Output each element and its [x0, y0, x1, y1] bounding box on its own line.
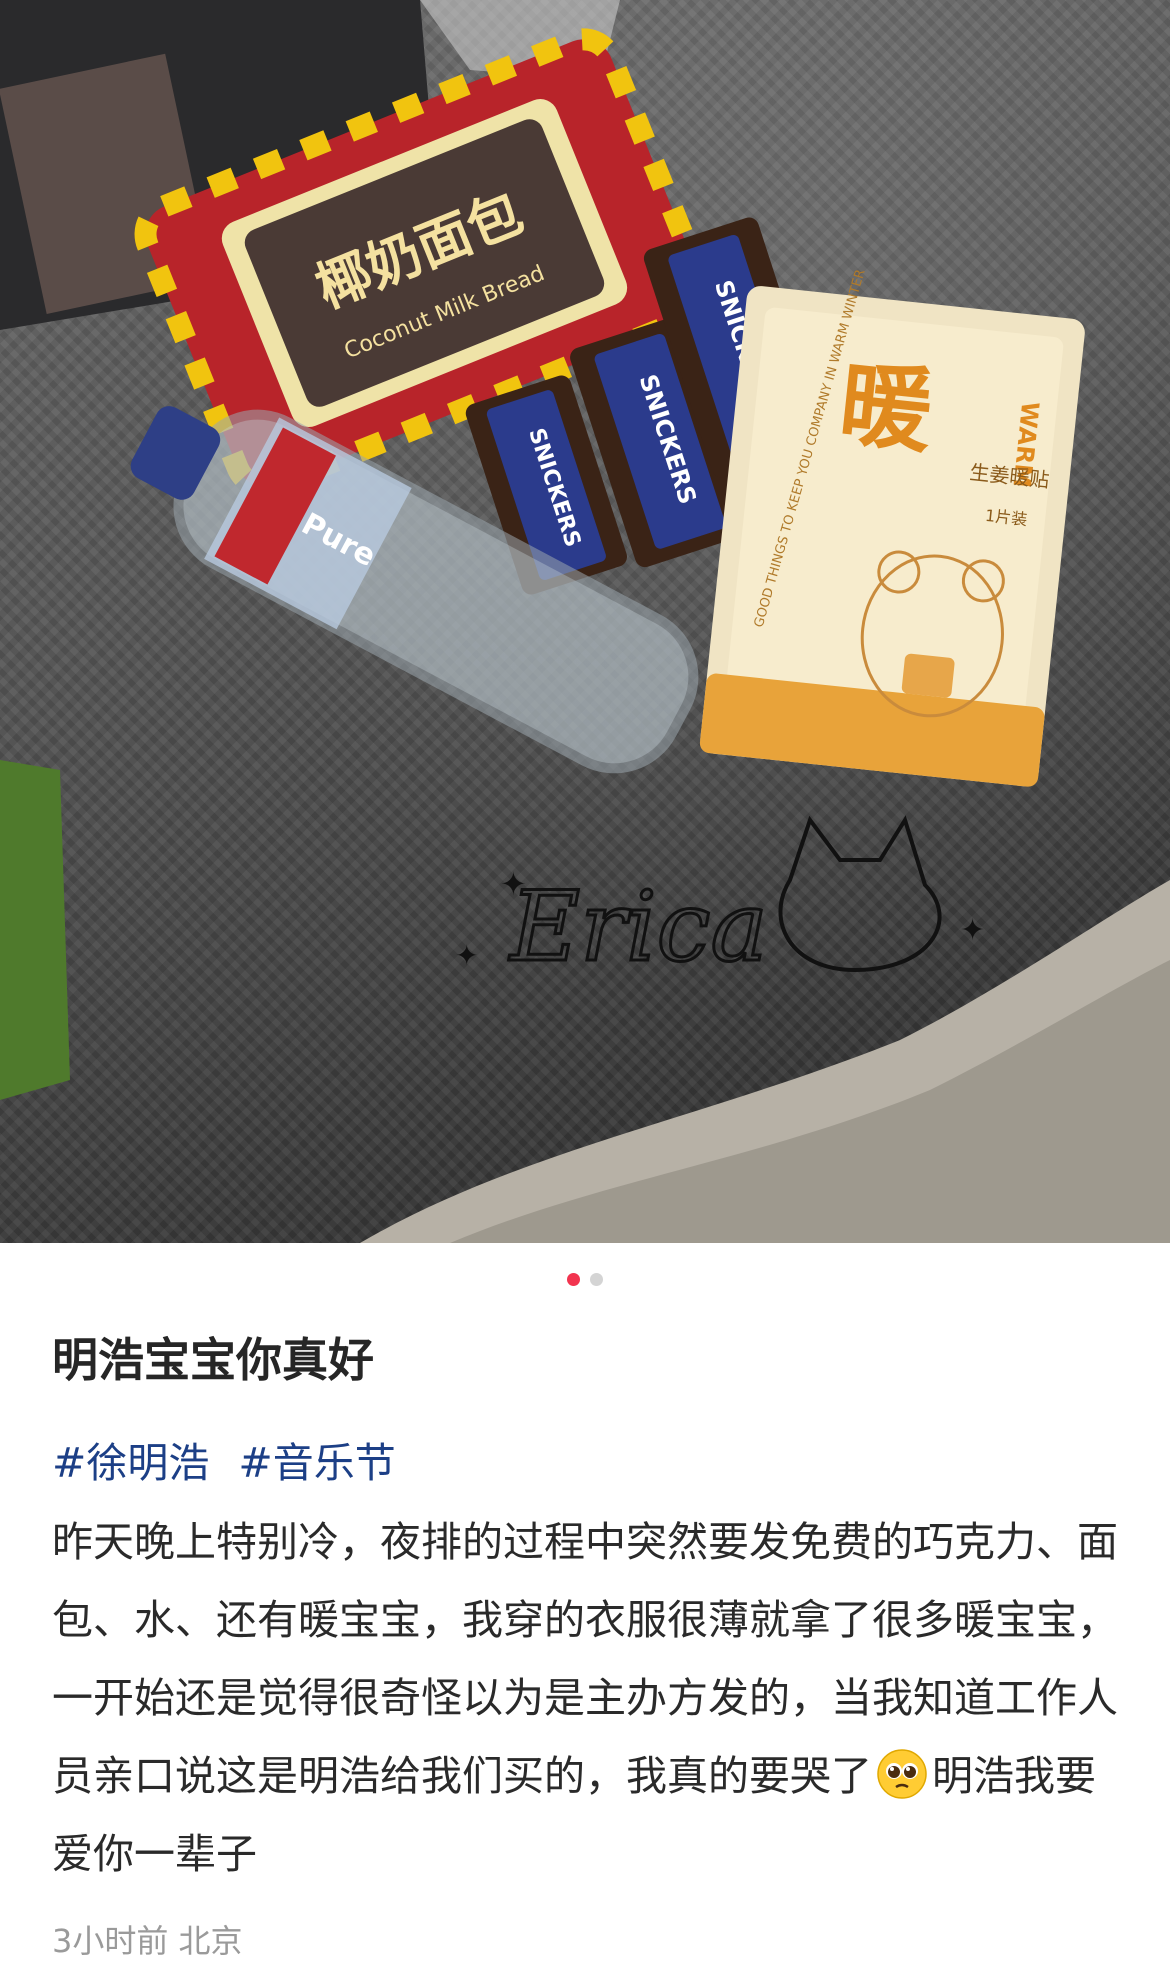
- post-time: 3小时前: [52, 1922, 169, 1960]
- cat-doodle-icon: [778, 815, 942, 973]
- post-title: 明浩宝宝你真好: [52, 1333, 374, 1387]
- post-content: 明浩宝宝你真好 #徐明浩 #音乐节 昨天晚上特别冷，夜排的过程中突然要发免费的巧…: [0, 1325, 1170, 1971]
- sparkle-icon-3: ✦: [455, 939, 478, 972]
- post-photo[interactable]: 椰奶面包 Coconut Milk Bread SNICKERS SNICKER…: [0, 0, 1170, 1243]
- warmer-big-char: 暖: [835, 350, 939, 466]
- post-location: 北京: [178, 1922, 243, 1960]
- photo-illustration: 椰奶面包 Coconut Milk Bread SNICKERS SNICKER…: [0, 0, 1170, 1243]
- warmer-pack: 暖 WARM 生姜暖贴 1片装 GOOD THINGS TO KEEP YOU …: [699, 268, 1085, 787]
- pleading-face-icon: [877, 1749, 927, 1799]
- carousel-dot-1[interactable]: [567, 1272, 580, 1286]
- green-packet: [0, 760, 70, 1100]
- carousel-dot-2[interactable]: [590, 1272, 603, 1286]
- sparkle-icon: ✦: [500, 865, 527, 903]
- watermark: Erica ✦ ✦ ✦: [455, 815, 985, 985]
- carousel-indicator[interactable]: [0, 1243, 1170, 1315]
- hashtag-row: #徐明浩 #音乐节: [52, 1431, 1118, 1495]
- hashtag-2[interactable]: #音乐节: [238, 1439, 395, 1487]
- hashtag-1[interactable]: #徐明浩: [52, 1439, 209, 1487]
- post-meta: 3小时前 北京: [52, 1911, 1118, 1971]
- sparkle-icon-2: ✦: [960, 913, 985, 948]
- watermark-text: Erica: [508, 871, 768, 983]
- post-body: 昨天晚上特别冷，夜排的过程中突然要发免费的巧克力、面包、水、还有暖宝宝，我穿的衣…: [52, 1503, 1118, 1893]
